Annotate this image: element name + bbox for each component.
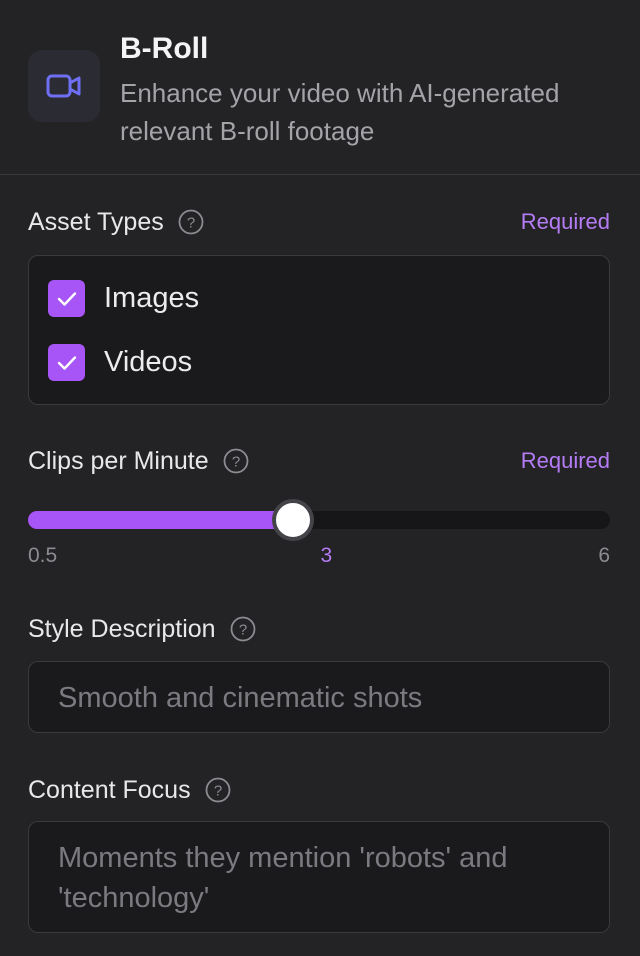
content-focus-label: Content Focus xyxy=(28,775,191,804)
clips-slider-thumb[interactable] xyxy=(271,499,314,541)
clips-per-minute-label: Clips per Minute xyxy=(28,446,209,475)
slider-current-value: 3 xyxy=(320,544,333,567)
panel-subtitle: Enhance your video with AI-generated rel… xyxy=(120,78,560,146)
video-camera-icon xyxy=(46,73,82,99)
asset-types-box: Images Videos xyxy=(28,255,610,405)
panel-header: B-Roll Enhance your video with AI-genera… xyxy=(0,0,640,175)
svg-text:?: ? xyxy=(238,622,246,639)
asset-types-label: Asset Types xyxy=(28,207,164,236)
style-description-placeholder: Smooth and cinematic shots xyxy=(58,682,423,714)
required-badge: Required xyxy=(520,448,610,473)
content-focus-textarea[interactable]: Moments they mention 'robots' and 'techn… xyxy=(28,821,610,933)
style-description-label: Style Description xyxy=(28,614,216,643)
asset-types-label-row: Asset Types ? Required xyxy=(28,205,610,239)
svg-text:?: ? xyxy=(231,454,239,471)
images-checkbox[interactable] xyxy=(48,280,85,317)
panel-title: B-Roll xyxy=(120,32,209,65)
svg-text:?: ? xyxy=(213,783,221,800)
clips-per-minute-label-row: Clips per Minute ? Required xyxy=(28,444,610,478)
header-divider xyxy=(0,174,640,175)
help-icon[interactable]: ? xyxy=(178,209,204,235)
content-focus-label-row: Content Focus ? xyxy=(28,773,610,807)
required-badge: Required xyxy=(520,209,610,234)
asset-option-images[interactable]: Images xyxy=(48,280,199,317)
slider-min-label: 0.5 xyxy=(28,544,58,567)
images-label: Images xyxy=(104,282,200,314)
svg-text:?: ? xyxy=(187,215,195,232)
slider-max-label: 6 xyxy=(598,544,610,567)
checkmark-icon xyxy=(56,354,78,372)
content-focus-placeholder: Moments they mention 'robots' and 'techn… xyxy=(58,842,508,914)
help-icon[interactable]: ? xyxy=(230,616,256,642)
videos-checkbox[interactable] xyxy=(48,344,85,381)
b-roll-icon-tile xyxy=(28,50,100,122)
style-description-input[interactable]: Smooth and cinematic shots xyxy=(28,661,610,733)
style-description-label-row: Style Description ? xyxy=(28,612,610,646)
help-icon[interactable]: ? xyxy=(205,777,231,803)
asset-option-videos[interactable]: Videos xyxy=(48,344,192,381)
videos-label: Videos xyxy=(104,346,193,378)
clips-slider-fill xyxy=(28,511,293,529)
checkmark-icon xyxy=(56,290,78,308)
help-icon[interactable]: ? xyxy=(223,448,249,474)
